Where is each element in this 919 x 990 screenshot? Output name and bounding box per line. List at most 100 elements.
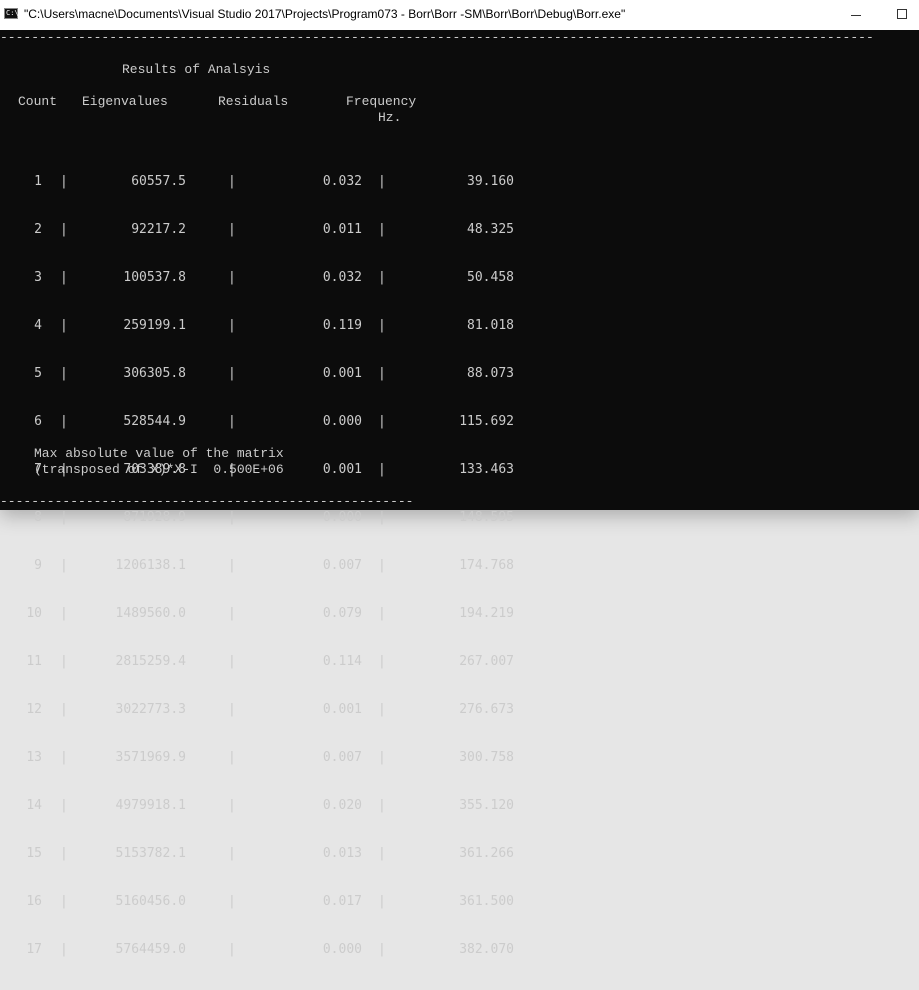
column-separator: | — [378, 318, 386, 333]
cell-count: 16 — [26, 894, 42, 909]
results-table: 1 | 60557.5 | 0.032 | 39.160 2 | 92217.2 | 0.011 | 4… — [0, 142, 919, 990]
console-app-icon[interactable]: C:\ — [4, 8, 19, 19]
table-row: 5 | 306305.8 | 0.001 | 88.073 — [0, 366, 919, 382]
cell-frequency: 174.768 — [459, 558, 514, 573]
cell-count: 11 — [26, 654, 42, 669]
column-separator: | — [378, 846, 386, 861]
column-separator: | — [60, 654, 68, 669]
column-separator: | — [228, 846, 236, 861]
column-separator: | — [228, 558, 236, 573]
table-row: 10 | 1489560.0 | 0.079 | 194.219 — [0, 606, 919, 622]
cell-frequency: 115.692 — [459, 414, 514, 429]
column-separator: | — [378, 798, 386, 813]
cell-eigenvalue: 5160456.0 — [115, 894, 186, 909]
cell-count: 4 — [34, 318, 42, 333]
cell-eigenvalue: 2815259.4 — [115, 654, 186, 669]
max-value-result: (transposed of X)*X-I 0.500E+06 — [34, 462, 284, 477]
cell-residual: 0.001 — [322, 366, 362, 381]
table-row: 2 | 92217.2 | 0.011 | 48.325 — [0, 222, 919, 238]
maximize-button[interactable] — [879, 0, 919, 30]
cell-eigenvalue: 306305.8 — [123, 366, 186, 381]
cell-eigenvalue: 1206138.1 — [115, 558, 186, 573]
cell-count: 12 — [26, 702, 42, 717]
cell-frequency: 267.007 — [459, 654, 514, 669]
cell-eigenvalue: 528544.9 — [123, 414, 186, 429]
cell-count: 3 — [34, 270, 42, 285]
column-separator: | — [378, 510, 386, 525]
cell-eigenvalue: 5153782.1 — [115, 846, 186, 861]
cell-frequency: 50.458 — [467, 270, 514, 285]
column-separator: | — [228, 654, 236, 669]
cell-frequency: 148.595 — [459, 510, 514, 525]
cell-eigenvalue: 3022773.3 — [115, 702, 186, 717]
column-separator: | — [228, 750, 236, 765]
column-separator: | — [228, 270, 236, 285]
cell-residual: 0.001 — [322, 702, 362, 717]
minimize-button[interactable] — [833, 0, 879, 30]
cell-count: 6 — [34, 414, 42, 429]
cell-residual: 0.007 — [322, 558, 362, 573]
cell-residual: 0.000 — [322, 414, 362, 429]
column-separator: | — [228, 702, 236, 717]
column-separator: | — [228, 606, 236, 621]
column-separator: | — [378, 654, 386, 669]
cell-count: 1 — [34, 174, 42, 189]
cell-frequency: 355.120 — [459, 798, 514, 813]
header-frequency: Frequency — [346, 94, 417, 109]
column-separator: | — [228, 894, 236, 909]
column-separator: | — [60, 894, 68, 909]
column-separator: | — [378, 174, 386, 189]
cell-residual: 0.013 — [322, 846, 362, 861]
cell-frequency: 39.160 — [467, 174, 514, 189]
header-hz: Hz. — [378, 110, 402, 125]
table-row: 12 | 3022773.3 | 0.001 | 276.673 — [0, 702, 919, 718]
console-output[interactable]: ----------------------------------------… — [0, 30, 919, 957]
cell-count: 15 — [26, 846, 42, 861]
dash-separator-bottom: ----------------------------------------… — [0, 494, 414, 509]
column-separator: | — [228, 414, 236, 429]
cell-residual: 0.000 — [322, 510, 362, 525]
column-separator: | — [60, 414, 68, 429]
cell-frequency: 300.758 — [459, 750, 514, 765]
table-row: 16 | 5160456.0 | 0.017 | 361.500 — [0, 894, 919, 910]
column-separator: | — [378, 894, 386, 909]
cell-residual: 0.079 — [322, 606, 362, 621]
cell-eigenvalue: 1489560.0 — [115, 606, 186, 621]
header-count: Count — [18, 94, 58, 109]
table-row: 11 | 2815259.4 | 0.114 | 267.007 — [0, 654, 919, 670]
column-separator: | — [60, 366, 68, 381]
column-separator: | — [228, 318, 236, 333]
cell-residual: 0.001 — [322, 462, 362, 477]
table-row: 17 | 5764459.0 | 0.000 | 382.070 — [0, 942, 919, 958]
cell-residual: 0.011 — [322, 222, 362, 237]
cell-count: 14 — [26, 798, 42, 813]
cell-frequency: 48.325 — [467, 222, 514, 237]
column-separator: | — [60, 270, 68, 285]
cell-eigenvalue: 871928.9 — [123, 510, 186, 525]
table-row: 13 | 3571969.9 | 0.007 | 300.758 — [0, 750, 919, 766]
table-row: 1 | 60557.5 | 0.032 | 39.160 — [0, 174, 919, 190]
title-bar[interactable]: C:\ "C:\Users\macne\Documents\Visual Stu… — [0, 0, 919, 30]
column-separator: | — [228, 222, 236, 237]
cell-residual: 0.114 — [322, 654, 362, 669]
cell-count: 13 — [26, 750, 42, 765]
cell-eigenvalue: 100537.8 — [123, 270, 186, 285]
cell-residual: 0.020 — [322, 798, 362, 813]
column-separator: | — [60, 846, 68, 861]
column-separator: | — [228, 174, 236, 189]
cell-frequency: 276.673 — [459, 702, 514, 717]
cell-count: 8 — [34, 510, 42, 525]
cell-residual: 0.000 — [322, 942, 362, 957]
cell-residual: 0.119 — [322, 318, 362, 333]
column-separator: | — [60, 318, 68, 333]
table-row: 9 | 1206138.1 | 0.007 | 174.768 — [0, 558, 919, 574]
cell-eigenvalue: 60557.5 — [131, 174, 186, 189]
column-separator: | — [378, 702, 386, 717]
cell-frequency: 88.073 — [467, 366, 514, 381]
column-separator: | — [378, 222, 386, 237]
max-value-label: Max absolute value of the matrix — [34, 446, 284, 461]
window-title: "C:\Users\macne\Documents\Visual Studio … — [24, 7, 626, 21]
table-row: 4 | 259199.1 | 0.119 | 81.018 — [0, 318, 919, 334]
dash-separator-top: ----------------------------------------… — [0, 30, 874, 45]
column-separator: | — [60, 942, 68, 957]
